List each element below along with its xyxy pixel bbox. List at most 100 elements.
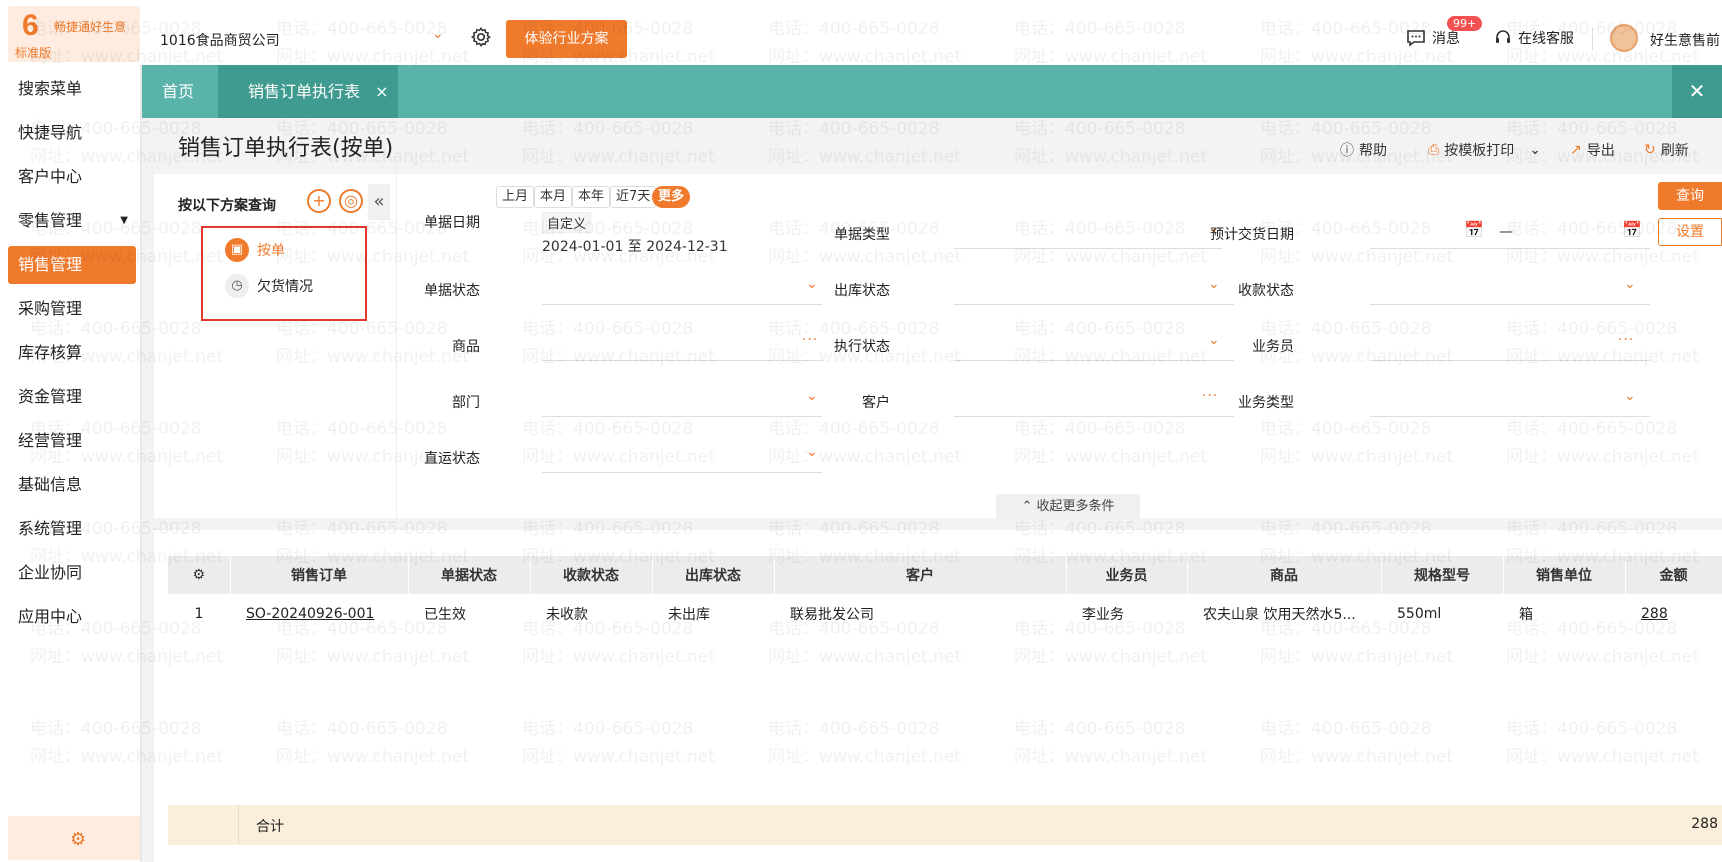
sidebar-item-app-center[interactable]: 应用中心 [8,598,136,636]
doc-date-label: 单据日期 [424,215,480,231]
exec-status-select[interactable] [954,360,1234,361]
department-select[interactable] [542,416,822,417]
app-logo[interactable]: 6 畅捷通好生意 标准版 [8,6,140,62]
sidebar-settings-button[interactable]: ⚙ [8,816,140,860]
column-header-unit[interactable]: 销售单位 [1503,556,1626,594]
quick-this-month[interactable]: 本月 [534,186,573,208]
scheme-settings-icon[interactable]: ◎ [339,189,363,213]
department-label: 部门 [452,395,480,411]
spec-cell: 550ml [1397,606,1442,622]
more-dots-icon[interactable]: ··· [1618,332,1634,348]
chevron-down-icon[interactable]: ⌄ [1624,276,1636,292]
quick-last-month[interactable]: 上月 [496,186,535,208]
scheme-item-shortage[interactable]: ◷ 欠货情况 [225,274,313,298]
sidebar-item-quick-nav[interactable]: 快捷导航 [8,114,136,152]
tab-home[interactable]: 首页 [162,65,194,118]
help-button[interactable]: ⓘ 帮助 [1340,140,1387,160]
chevron-down-icon[interactable]: ⌄ [1624,388,1636,404]
column-header-product[interactable]: 商品 [1187,556,1382,594]
company-selector[interactable]: 1016食品商贸公司 [160,30,280,50]
payment-status-label: 收款状态 [1238,283,1294,299]
quick-this-year[interactable]: 本年 [572,186,611,208]
sidebar-item-purchase[interactable]: 采购管理 [8,290,136,328]
outbound-status-select[interactable] [954,304,1234,305]
customer-label: 客户 [862,395,890,411]
divider [238,805,239,845]
tab-sales-order-execution[interactable]: 销售订单执行表 × [218,65,398,118]
doc-status-cell: 已生效 [424,607,466,623]
scheme-label: 按以下方案查询 [178,198,276,214]
sidebar-item-collaboration[interactable]: 企业协同 [8,554,136,592]
online-service-button[interactable]: 在线客服 [1494,28,1574,48]
tab-bar: 首页 销售订单执行表 × ✕ [142,65,1722,118]
calendar-icon[interactable]: 📅 [1464,220,1484,239]
calendar-icon[interactable]: 📅 [1622,220,1642,239]
sidebar-item-sales[interactable]: 销售管理 [8,246,136,284]
payment-status-select[interactable] [1370,304,1650,305]
product-field[interactable] [542,360,822,361]
scheme-item-by-order[interactable]: ▣ 按单 [225,238,285,262]
filter-panel: 按以下方案查询 + ◎ « ▣ 按单 ◷ 欠货情况 单据日期 上月 本月 本年 … [154,174,1722,518]
chevron-down-icon[interactable]: ⌄ [432,26,444,42]
brand-name: 畅捷通好生意 [54,20,127,34]
sidebar-item-operations[interactable]: 经营管理 [8,422,136,460]
filter-settings-button[interactable]: 设置 [1658,218,1722,246]
order-table: ⚙ 销售订单 单据状态 收款状态 出库状态 客户 业务员 商品 规格型号 销售单… [168,556,1722,634]
close-all-tabs-icon[interactable]: ✕ [1672,65,1722,118]
messages-button[interactable]: 消息 [1406,28,1460,48]
order-link[interactable]: SO-20240926-001 [246,606,374,622]
table-total-row: 合计 288 [168,805,1722,845]
export-icon: ↗ [1570,142,1582,158]
refresh-button[interactable]: ↻ 刷新 [1644,140,1689,160]
export-button[interactable]: ↗ 导出 [1570,140,1615,160]
column-header-doc-status[interactable]: 单据状态 [408,556,531,594]
column-header-outbound-status[interactable]: 出库状态 [652,556,775,594]
column-settings-icon[interactable]: ⚙ [168,556,231,594]
trial-industry-plan-button[interactable]: 体验行业方案 [506,20,627,58]
doc-status-select[interactable] [542,304,822,305]
chevron-down-icon[interactable]: ⌄ [806,444,818,460]
sidebar-item-customer[interactable]: 客户中心 [8,158,136,196]
print-template-button[interactable]: ⎙ 按模板打印 ⌄ [1428,140,1541,160]
gear-icon[interactable] [470,26,492,48]
column-header-salesperson[interactable]: 业务员 [1066,556,1188,594]
username[interactable]: 好生意售前 [1650,30,1720,50]
row-number: 1 [194,606,204,622]
business-type-select[interactable] [1370,416,1650,417]
column-header-order[interactable]: 销售订单 [230,556,409,594]
column-header-customer[interactable]: 客户 [774,556,1067,594]
close-icon[interactable]: × [375,82,388,101]
customer-field[interactable] [954,416,1234,417]
chevron-down-icon[interactable]: ⌄ [1529,142,1541,158]
sidebar-item-search-menu[interactable]: 搜索菜单 [8,70,136,108]
quick-custom[interactable]: 自定义 [542,212,592,233]
collapse-left-icon[interactable]: « [368,184,390,220]
column-header-payment-status[interactable]: 收款状态 [530,556,653,594]
headset-icon [1496,30,1510,43]
total-label: 合计 [256,819,284,835]
doc-date-range[interactable]: 2024-01-01 至 2024-12-31 [542,236,728,256]
quick-last-7-days[interactable]: 近7天 [610,186,657,208]
sidebar-item-system[interactable]: 系统管理 [8,510,136,548]
sidebar-item-inventory[interactable]: 库存核算 [8,334,136,372]
column-header-spec[interactable]: 规格型号 [1381,556,1504,594]
payment-status-cell: 未收款 [546,607,588,623]
column-header-amount[interactable]: 金额 [1625,556,1722,594]
avatar[interactable] [1610,24,1638,52]
query-button[interactable]: 查询 [1658,182,1722,210]
add-scheme-icon[interactable]: + [307,189,331,213]
sidebar-item-retail[interactable]: 零售管理 ▼ [8,202,136,240]
amount-link[interactable]: 288 [1641,606,1668,622]
salesperson-field[interactable] [1370,360,1650,361]
table-row[interactable]: 1 SO-20240926-001 已生效 未收款 未出库 联易批发公司 李业务… [168,594,1722,634]
sidebar-item-basic-info[interactable]: 基础信息 [8,466,136,504]
doc-type-select[interactable] [954,248,1222,249]
doc-status-label: 单据状态 [424,283,480,299]
collapse-more-conditions-button[interactable]: ⌃ 收起更多条件 [996,494,1140,520]
quick-more[interactable]: 更多 [652,186,691,208]
sidebar-item-funds[interactable]: 资金管理 [8,378,136,416]
direct-status-select[interactable] [542,472,822,473]
tab-label: 销售订单执行表 [248,82,361,101]
page-title: 销售订单执行表(按单) [178,136,394,161]
delivery-date-field[interactable] [1370,248,1650,249]
